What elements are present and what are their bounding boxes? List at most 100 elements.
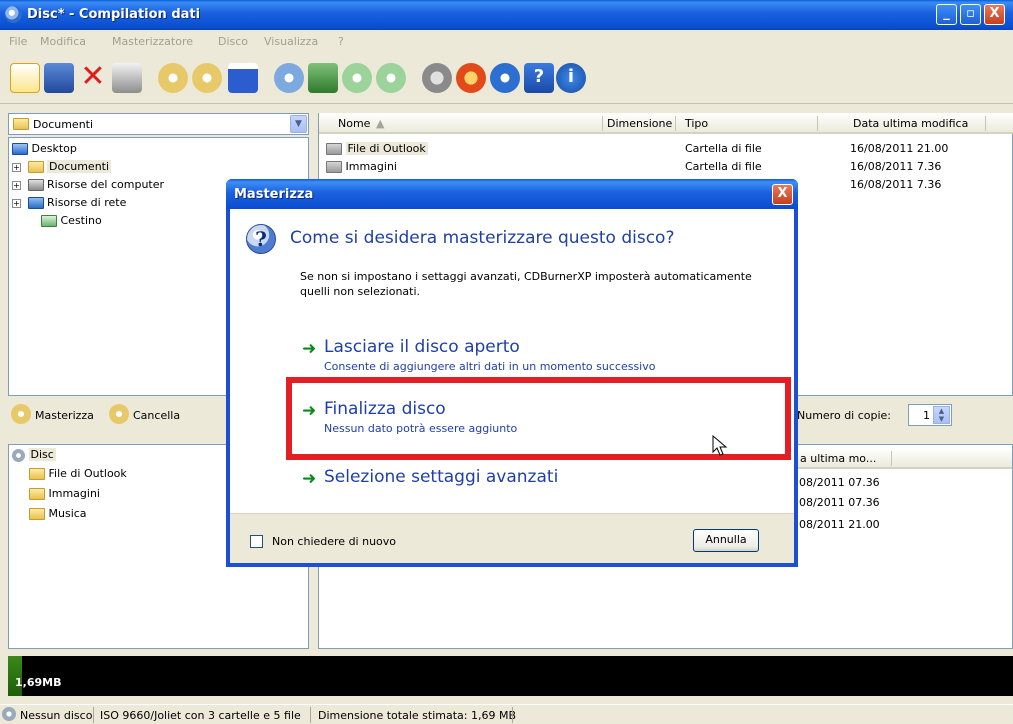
file-list-header: Nome ▲ Dimensione Tipo Data ultima modif…: [319, 113, 1013, 134]
status-disc: Nessun disco: [20, 709, 93, 722]
dont-ask-label: Non chiedere di nuovo: [272, 535, 397, 548]
burn-icon[interactable]: [192, 63, 222, 93]
refresh-icon[interactable]: [490, 63, 520, 93]
capacity-bar: 1,69MB: [8, 656, 1013, 696]
cancel-button[interactable]: Cancella: [133, 409, 180, 422]
settings-icon[interactable]: [422, 63, 452, 93]
file-row[interactable]: File di Outlook: [326, 142, 428, 155]
col-data[interactable]: a ultima mo...: [800, 452, 876, 465]
expand-icon[interactable]: +: [12, 198, 21, 208]
desktop-icon: [12, 143, 28, 155]
option-leave-open[interactable]: ➜ Lasciare il disco aperto Consente di a…: [290, 337, 780, 373]
add-icon[interactable]: [308, 63, 338, 93]
tree-desktop[interactable]: Desktop: [12, 142, 77, 155]
expand-icon[interactable]: +: [12, 162, 21, 172]
location-combo[interactable]: Documenti ▼: [8, 113, 309, 135]
file-date: 08/2011 21.00: [799, 518, 880, 531]
tree-risorse-rete[interactable]: + Risorse di rete: [12, 196, 126, 209]
tree-folder[interactable]: File di Outlook: [29, 467, 127, 480]
cancel-dialog-button[interactable]: Annulla: [693, 529, 759, 552]
import-icon[interactable]: [342, 63, 372, 93]
burn-cancel-icon[interactable]: [158, 63, 188, 93]
menu-file[interactable]: File: [9, 35, 27, 48]
col-data[interactable]: Data ultima modifica: [853, 117, 968, 130]
tree-folder[interactable]: Musica: [29, 507, 87, 520]
menu-modifica[interactable]: Modifica: [40, 35, 86, 48]
help-icon[interactable]: ?: [524, 63, 554, 93]
toolbar: ✕ ? i: [0, 52, 1013, 104]
col-dimensione[interactable]: Dimensione: [607, 117, 672, 130]
col-nome[interactable]: Nome: [338, 117, 370, 130]
location-text: Documenti: [33, 118, 94, 131]
menu-visualizza[interactable]: Visualizza: [264, 35, 318, 48]
folder-icon: [29, 508, 45, 520]
save-icon[interactable]: [44, 63, 74, 93]
close-button[interactable]: X: [984, 4, 1005, 25]
status-bar: Nessun disco ISO 9660/Joliet con 3 carte…: [0, 704, 1013, 724]
file-row[interactable]: Immagini: [326, 160, 397, 173]
expand-icon[interactable]: +: [12, 180, 21, 190]
file-type: Cartella di file: [685, 142, 762, 155]
dialog-footer: Non chiedere di nuovo Annulla: [230, 513, 794, 563]
status-fs: ISO 9660/Joliet con 3 cartelle e 5 file: [100, 709, 301, 722]
copies-label: Numero di copie:: [797, 409, 892, 422]
disc-file-list-header: a ultima mo...: [798, 448, 1012, 469]
menu-bar: File Modifica Masterizzatore Disco Visua…: [0, 30, 1013, 52]
computer-icon: [27, 179, 44, 191]
burn-flame-icon[interactable]: [456, 63, 486, 93]
sort-up-icon: ▲: [376, 117, 385, 130]
spin-icon[interactable]: ▲ ▼: [933, 406, 950, 424]
tree-risorse-computer[interactable]: + Risorse del computer: [12, 178, 164, 191]
tree-cestino[interactable]: Cestino: [41, 214, 102, 227]
network-icon: [27, 197, 44, 209]
burn-button[interactable]: Masterizza: [35, 409, 94, 422]
file-date: 16/08/2011 7.36: [850, 160, 942, 173]
col-tipo[interactable]: Tipo: [685, 117, 708, 130]
print-icon[interactable]: [112, 63, 142, 93]
arrow-right-icon: ➜: [302, 469, 317, 489]
app-disc-icon: [5, 6, 22, 23]
file-date: 16/08/2011 21.00: [850, 142, 949, 155]
cancel-disc-icon: [109, 404, 129, 424]
title-bar: Disc* - Compilation dati _ ▫ X: [0, 0, 1013, 30]
recycle-bin-icon: [41, 215, 57, 227]
info-icon[interactable]: i: [556, 63, 586, 93]
dont-ask-checkbox[interactable]: [250, 535, 263, 548]
option-advanced[interactable]: ➜ Selezione settaggi avanzati: [290, 467, 780, 491]
new-icon[interactable]: [10, 63, 40, 93]
folder-icon: [29, 488, 45, 500]
file-date: 08/2011 07.36: [799, 476, 880, 489]
capacity-label: 1,69MB: [15, 676, 62, 689]
disc-icon: [12, 448, 25, 462]
dialog-title-bar: Masterizza X: [226, 179, 798, 209]
folder-icon: [326, 143, 342, 155]
menu-masterizzatore[interactable]: Masterizzatore: [112, 35, 193, 48]
tree-documenti[interactable]: + Documenti: [12, 160, 112, 173]
question-icon: ?: [246, 224, 276, 254]
tree-disc-root[interactable]: Disc: [12, 448, 56, 462]
export-icon[interactable]: [376, 63, 406, 93]
status-size: Dimensione totale stimata: 1,69 MB: [318, 709, 516, 722]
tree-folder[interactable]: Immagini: [29, 487, 100, 500]
menu-disco[interactable]: Disco: [218, 35, 248, 48]
disc-status-icon: [2, 707, 16, 721]
menu-help[interactable]: ?: [338, 35, 344, 48]
dialog-description: Se non si impostano i settaggi avanzati,…: [300, 270, 752, 298]
file-date: 08/2011 07.36: [799, 496, 880, 509]
burn-disc-icon: [11, 404, 31, 424]
folder-icon: [326, 161, 342, 173]
folder-icon: [27, 161, 44, 173]
chevron-down-icon[interactable]: ▼: [290, 115, 307, 133]
maximize-button[interactable]: ▫: [960, 4, 981, 25]
minimize-button[interactable]: _: [936, 4, 957, 25]
erase-icon[interactable]: [228, 63, 258, 93]
delete-icon[interactable]: ✕: [78, 62, 108, 93]
window-title: Disc* - Compilation dati: [27, 7, 201, 22]
arrow-right-icon: ➜: [302, 339, 317, 359]
file-type: Cartella di file: [685, 160, 762, 173]
disc-info-icon[interactable]: [274, 63, 304, 93]
dialog-body: ? Come si desidera masterizzare questo d…: [230, 209, 794, 563]
dialog-close-button[interactable]: X: [772, 184, 793, 205]
copies-stepper[interactable]: 1 ▲ ▼: [908, 404, 952, 426]
folder-icon: [29, 468, 45, 480]
